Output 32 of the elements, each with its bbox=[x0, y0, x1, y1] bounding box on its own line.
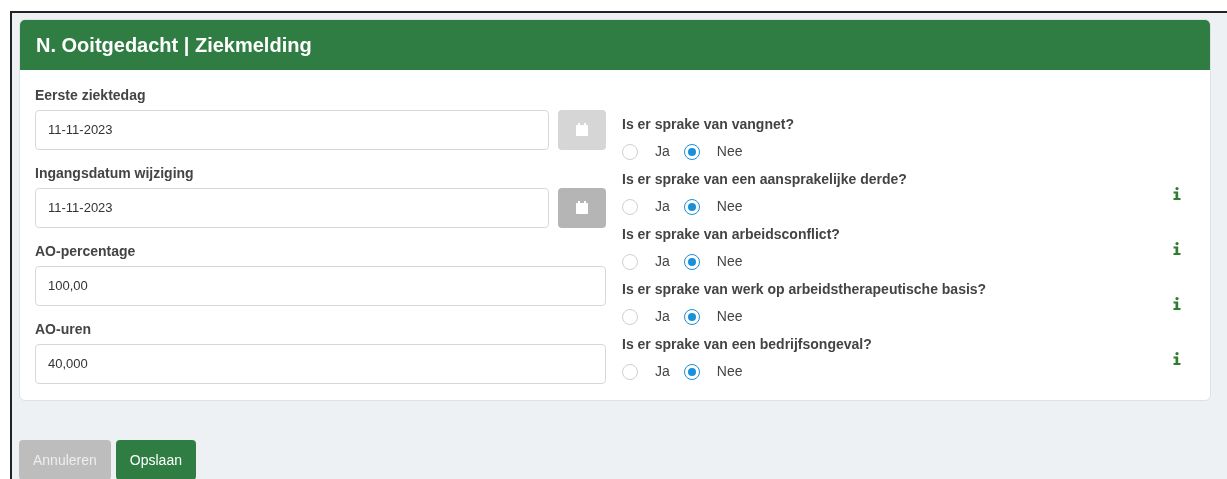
question-label: Is er sprake van een bedrijfsongeval? bbox=[622, 335, 873, 353]
radio-option[interactable]: Ja bbox=[622, 361, 670, 382]
info-icon[interactable] bbox=[1173, 297, 1181, 310]
radio-option[interactable]: Ja bbox=[622, 251, 670, 272]
save-button[interactable]: Opslaan bbox=[115, 440, 196, 479]
question-label: Is er sprake van vangnet? bbox=[622, 115, 795, 133]
field-label: AO-percentage bbox=[35, 242, 137, 260]
field-label: Ingangsdatum wijziging bbox=[35, 164, 195, 182]
info-icon[interactable] bbox=[1173, 187, 1181, 200]
field-label: AO-uren bbox=[35, 320, 92, 338]
calendar-button[interactable] bbox=[558, 188, 606, 228]
radio-option[interactable]: Nee bbox=[683, 361, 743, 382]
question-label: Is er sprake van een aansprakelijke derde? bbox=[622, 170, 908, 188]
question-label: Is er sprake van werk op arbeidstherapeutische basis? bbox=[622, 280, 988, 298]
radio-option[interactable]: Nee bbox=[683, 306, 743, 327]
radio-option[interactable]: Nee bbox=[683, 251, 743, 272]
calendar-icon bbox=[575, 123, 589, 137]
calendar-icon bbox=[575, 201, 589, 215]
input-field[interactable]: 11-11-2023 bbox=[35, 110, 549, 150]
input-field[interactable]: 100,00 bbox=[35, 266, 606, 306]
radio-option[interactable]: Nee bbox=[683, 141, 743, 162]
card-title: N. Ooitgedacht | Ziekmelding bbox=[36, 33, 312, 58]
radio-option[interactable]: Nee bbox=[683, 196, 743, 217]
field-label: Eerste ziektedag bbox=[35, 86, 147, 104]
radio-option[interactable]: Ja bbox=[622, 306, 670, 327]
input-field[interactable]: 11-11-2023 bbox=[35, 188, 549, 228]
input-field[interactable]: 40,000 bbox=[35, 344, 606, 384]
question-label: Is er sprake van arbeidsconflict? bbox=[622, 225, 841, 243]
info-icon[interactable] bbox=[1173, 242, 1181, 255]
info-icon[interactable] bbox=[1173, 352, 1181, 365]
radio-option[interactable]: Ja bbox=[622, 141, 670, 162]
radio-option[interactable]: Ja bbox=[622, 196, 670, 217]
